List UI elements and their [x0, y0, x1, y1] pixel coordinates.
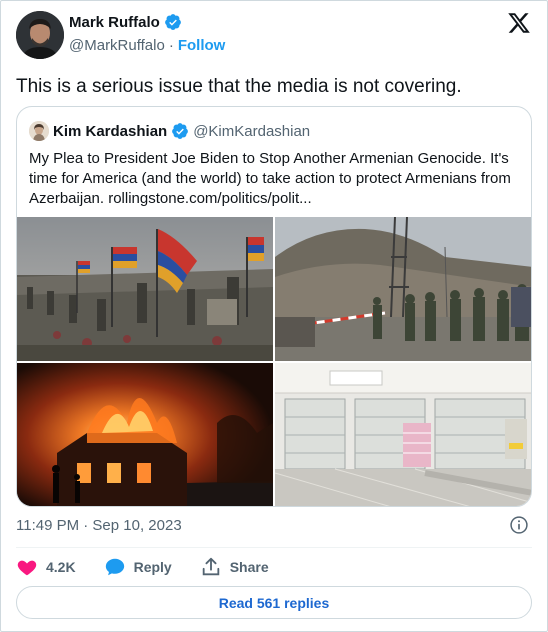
- soldiers-at-checkpoint-photo[interactable]: [275, 217, 531, 361]
- share-button[interactable]: Share: [200, 556, 269, 578]
- quoted-header: Kim Kardashian @KimKardashian: [29, 121, 310, 141]
- follow-button[interactable]: Follow: [178, 37, 226, 54]
- reply-button[interactable]: Reply: [104, 556, 172, 578]
- like-count: 4.2K: [46, 559, 76, 575]
- verified-badge-icon: [172, 123, 189, 139]
- tweet-timestamp[interactable]: 11:49 PM · Sep 10, 2023: [16, 517, 182, 534]
- burning-building-at-night-photo[interactable]: [17, 363, 273, 506]
- reply-bubble-icon: [105, 558, 124, 576]
- reply-label: Reply: [133, 559, 172, 575]
- tweet-card: Mark Ruffalo @MarkRuffalo · Follow This …: [0, 0, 548, 632]
- tweet-text: This is a serious issue that the media i…: [16, 76, 462, 97]
- author-handle[interactable]: @MarkRuffalo: [69, 37, 165, 54]
- verified-badge-icon: [164, 14, 181, 30]
- divider: [16, 547, 532, 548]
- share-label: Share: [229, 559, 269, 575]
- handle-separator: ·: [168, 37, 174, 54]
- like-button[interactable]: 4.2K: [16, 556, 76, 578]
- info-icon[interactable]: [509, 515, 529, 535]
- cemetery-with-armenian-flags-photo[interactable]: [17, 217, 273, 361]
- x-logo-icon[interactable]: [507, 11, 531, 35]
- quoted-display-name: Kim Kardashian: [53, 122, 168, 140]
- share-icon: [202, 557, 219, 576]
- heart-icon: [17, 560, 37, 576]
- action-bar: 4.2K Reply Share: [16, 555, 297, 579]
- read-replies-label: Read 561 replies: [218, 594, 330, 611]
- read-replies-button[interactable]: Read 561 replies: [16, 586, 532, 619]
- quoted-media-grid[interactable]: [17, 217, 531, 506]
- empty-store-shelves-photo[interactable]: [275, 363, 531, 506]
- author-handle-row: @MarkRuffalo · Follow: [69, 37, 225, 54]
- author-avatar[interactable]: [16, 11, 64, 59]
- quoted-avatar: [29, 121, 49, 141]
- author-name-row: Mark Ruffalo: [69, 13, 182, 31]
- author-display-name[interactable]: Mark Ruffalo: [69, 14, 160, 31]
- quoted-handle: @KimKardashian: [193, 122, 311, 140]
- quoted-text: My Plea to President Joe Biden to Stop A…: [29, 150, 511, 207]
- quoted-tweet[interactable]: Kim Kardashian @KimKardashian My Plea to…: [16, 106, 532, 507]
